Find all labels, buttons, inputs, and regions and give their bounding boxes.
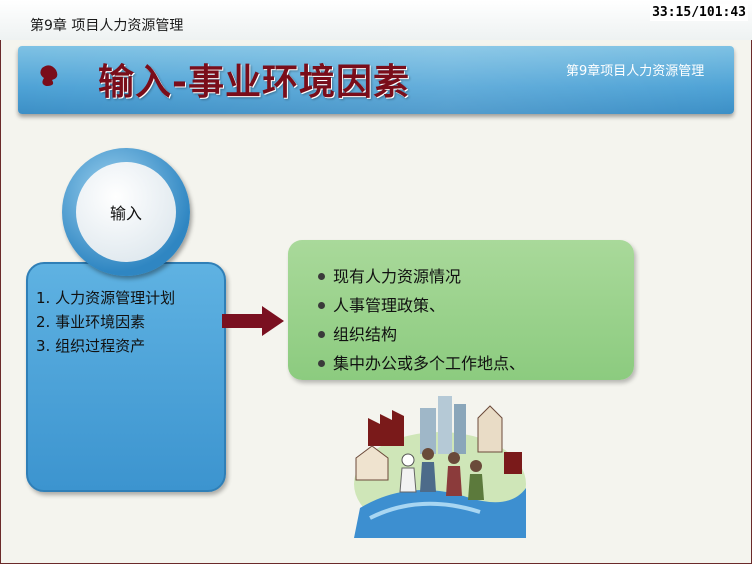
bullet-icon: [318, 360, 325, 367]
slide-title: 输入-事业环境因素: [98, 62, 410, 103]
chapter-label: 第9章项目人力资源管理: [566, 64, 705, 79]
chapter-header: 第9章 项目人力资源管理: [30, 18, 184, 34]
bullet-icon: [318, 331, 325, 338]
input-circle-label: 输入: [109, 204, 142, 223]
bullet-icon: [318, 273, 325, 280]
factors-list: 现有人力资源情况 人事管理政策、 组织结构 集中办公或多个工作地点、: [318, 262, 525, 378]
list-item: 现有人力资源情况: [318, 262, 525, 291]
list-item: 集中办公或多个工作地点、: [318, 349, 525, 378]
top-bar: 第9章 项目人力资源管理 33:15/101:43: [0, 0, 752, 40]
input-list: 1. 人力资源管理计划 2. 事业环境因素 3. 组织过程资产: [36, 286, 175, 358]
bullet-icon: [318, 302, 325, 309]
playback-timer: 33:15/101:43: [650, 4, 748, 21]
list-item: 3. 组织过程资产: [36, 337, 146, 355]
list-item: 人事管理政策、: [318, 291, 525, 320]
community-illustration: [354, 396, 526, 538]
list-item: 组织结构: [318, 320, 525, 349]
list-item: 2. 事业环境因素: [36, 313, 146, 331]
right-arrow-icon: [222, 306, 284, 336]
list-item: 1. 人力资源管理计划: [36, 289, 176, 307]
title-bullet-icon: [40, 65, 58, 86]
